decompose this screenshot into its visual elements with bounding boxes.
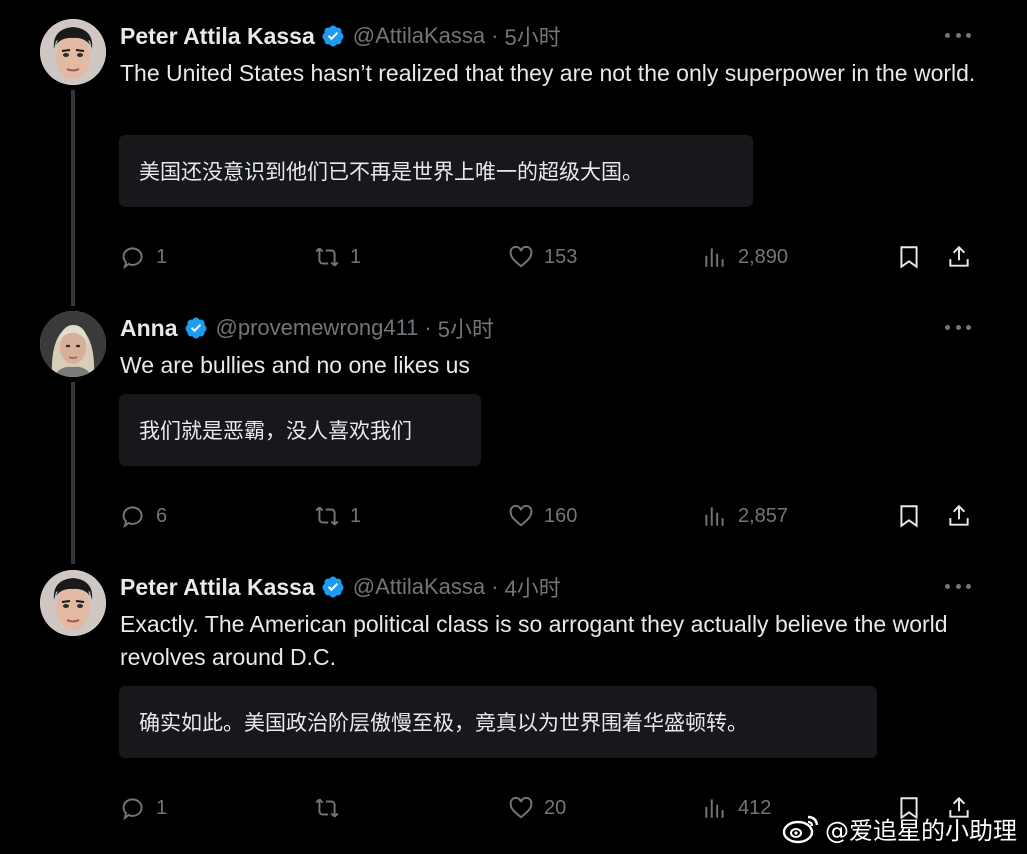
separator-dot: · [424,315,432,340]
tweet-header: Peter Attila Kassa @AttilaKassa · 4小时 [120,570,561,604]
retweet-button[interactable]: 1 [314,242,361,272]
views-count: 2,857 [738,504,789,527]
avatar[interactable] [40,311,106,377]
retweet-button[interactable] [314,793,350,823]
tweet-header: Anna @provemewrong411 · 5小时 [120,311,494,345]
more-icon[interactable] [945,317,971,337]
reply-count: 1 [156,796,168,819]
translation-box: 我们就是恶霸，没人喜欢我们 [119,394,481,466]
verified-badge-icon [184,316,208,340]
retweet-icon [315,247,339,267]
heart-icon [509,796,533,819]
heart-icon [509,504,533,527]
tweet[interactable]: Peter Attila Kassa @AttilaKassa · 5小时 Th… [0,19,1027,289]
like-button[interactable]: 20 [508,793,566,823]
verified-badge-icon [321,575,345,599]
translation-box: 美国还没意识到他们已不再是世界上唯一的超级大国。 [119,135,753,207]
display-name[interactable]: Anna [120,315,178,342]
views-button[interactable]: 2,890 [702,242,788,272]
reply-icon [122,798,143,821]
watermark: @爱追星的小助理 [781,808,1017,848]
bookmark-icon [900,246,918,269]
separator-dot: · [491,23,499,48]
timestamp[interactable]: 4小时 [504,571,560,603]
timestamp[interactable]: 5小时 [504,20,560,52]
user-handle[interactable]: @AttilaKassa [353,574,485,600]
display-name[interactable]: Peter Attila Kassa [120,574,315,601]
like-button[interactable]: 153 [508,242,577,272]
like-count: 20 [544,796,567,819]
tweet-text: The United States hasn’t realized that t… [120,60,976,86]
tweet-text: We are bullies and no one likes us [120,352,470,378]
reply-count: 1 [156,245,168,268]
retweet-count: 1 [350,504,362,527]
cartoon-face-avatar-icon [40,19,106,85]
watermark-text: @爱追星的小助理 [825,816,1017,845]
separator-dot: · [491,574,499,599]
views-count: 2,890 [738,245,789,268]
share-icon [949,504,969,526]
timestamp[interactable]: 5小时 [438,312,494,344]
thread-page: Peter Attila Kassa @AttilaKassa · 5小时 Th… [0,0,1027,854]
retweet-icon [315,506,339,526]
avatar[interactable] [40,19,106,85]
like-count: 160 [544,504,578,527]
reply-button[interactable]: 6 [120,501,167,531]
views-button[interactable]: 412 [702,793,771,823]
share-icon [949,245,969,267]
action-bar: 6 1 160 2,857 [0,501,1027,531]
tweet[interactable]: Anna @provemewrong411 · 5小时 We are bulli… [0,311,1027,541]
verified-badge-icon [321,24,345,48]
user-handle[interactable]: @AttilaKassa [353,23,485,49]
cartoon-face-avatar-icon [40,570,106,636]
profile-photo-avatar-icon [40,311,106,377]
views-icon [705,799,724,818]
like-button[interactable]: 160 [508,501,577,531]
reply-count: 6 [156,504,168,527]
more-icon[interactable] [945,576,971,596]
user-handle[interactable]: @provemewrong411 [216,315,419,341]
action-bar: 1 1 153 2,890 [0,242,1027,272]
reply-button[interactable]: 1 [120,793,167,823]
retweet-count: 1 [350,245,362,268]
like-count: 153 [544,245,578,268]
retweet-icon [315,798,339,818]
views-button[interactable]: 2,857 [702,501,788,531]
views-icon [705,507,724,526]
more-icon[interactable] [945,25,971,45]
bookmark-button[interactable] [896,501,922,531]
bookmark-button[interactable] [896,242,922,272]
share-button[interactable] [946,242,972,272]
views-icon [705,248,724,267]
weibo-logo-icon [782,815,819,844]
tweet-header: Peter Attila Kassa @AttilaKassa · 5小时 [120,19,561,53]
avatar[interactable] [40,570,106,636]
views-count: 412 [738,796,772,819]
heart-icon [509,245,533,268]
share-button[interactable] [946,501,972,531]
reply-icon [122,506,143,529]
tweet-text: Exactly. The American political class is… [120,611,948,670]
translation-box: 确实如此。美国政治阶层傲慢至极，竟真以为世界围着华盛顿转。 [119,686,877,758]
reply-button[interactable]: 1 [120,242,167,272]
display-name[interactable]: Peter Attila Kassa [120,23,315,50]
retweet-button[interactable]: 1 [314,501,361,531]
bookmark-icon [900,505,918,528]
reply-icon [122,247,143,270]
